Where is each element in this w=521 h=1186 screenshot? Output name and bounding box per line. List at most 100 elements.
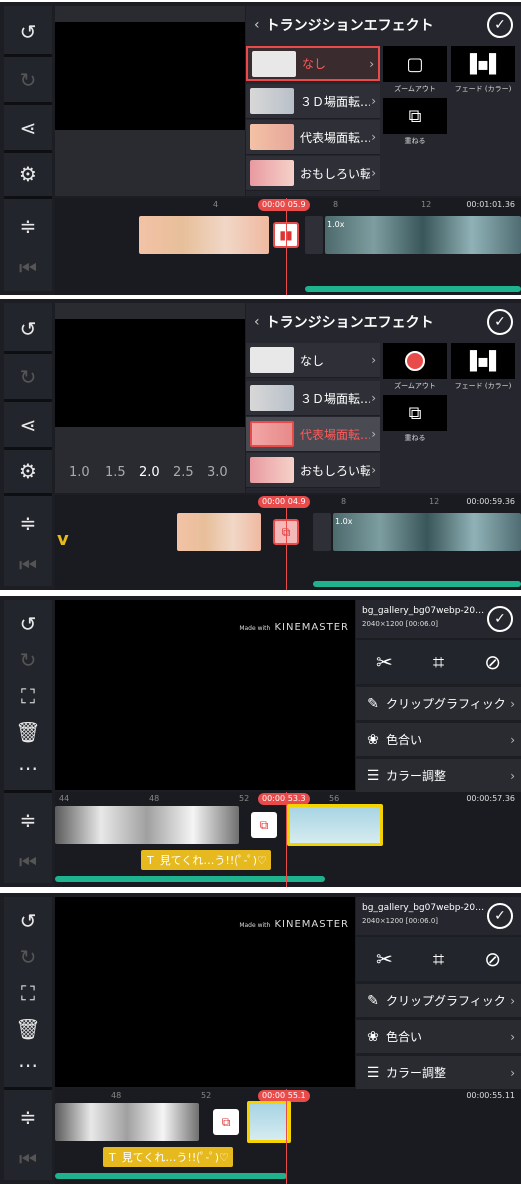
chevron-right-icon: › — [371, 391, 376, 405]
selected-video-clip[interactable] — [247, 1101, 291, 1143]
speed-option[interactable]: 2.0 — [139, 465, 160, 480]
item-label: 代表場面転… — [300, 130, 370, 145]
skip-to-start-icon[interactable]: ⏮ — [4, 840, 52, 884]
undo-icon[interactable]: ↺ — [4, 307, 52, 351]
timeline[interactable]: 48 52 00:00:55.1 00:00:55.11 ⧉ T 見てくれ…う!!… — [55, 1089, 521, 1184]
menu-color-adjust[interactable]: ☰ カラー調整 › — [356, 1055, 521, 1089]
preview-frame — [55, 22, 245, 130]
timeline[interactable]: 4 8 12 00:00:04.9 00:00:59.36 v ⧉ 1.0x — [55, 495, 521, 590]
playhead — [286, 792, 287, 887]
redo-icon[interactable]: ↻ — [4, 355, 52, 399]
editor-screen-3: ↺ ↻ ⛶ 🗑 ⋯ ≑ ⏮ Made with KINEMASTER bg_ga… — [0, 596, 521, 887]
transition-item-3d[interactable]: ３Ｄ場面転… › — [246, 381, 380, 416]
speed-option[interactable]: 1.5 — [105, 465, 126, 480]
share-icon[interactable]: ⋖ — [4, 106, 52, 150]
overlap-icon: ⧉ — [383, 395, 447, 431]
undo-icon[interactable]: ↺ — [4, 10, 52, 54]
text-clip[interactable]: T 見てくれ…う!!(ﾟ-ﾟ)♡ — [141, 850, 271, 870]
more-icon[interactable]: ⋯ — [4, 1043, 52, 1087]
effect-zoom-out[interactable]: ▢ ズームアウト — [383, 46, 447, 94]
transition-item-none[interactable]: なし › — [246, 46, 380, 81]
timeline-expand-icon[interactable]: ≑ — [4, 1095, 52, 1139]
video-clip[interactable] — [177, 513, 261, 551]
gear-icon[interactable]: ⚙ — [4, 449, 52, 493]
timeline-expand-icon[interactable]: ≑ — [4, 798, 52, 842]
menu-color-tone[interactable]: ❀ 色合い › — [356, 722, 521, 756]
thumbnail — [250, 421, 294, 447]
text-clip[interactable]: T 見てくれ…う!!(ﾟ-ﾟ)♡ — [103, 1147, 233, 1167]
crop-icon[interactable]: ⌗ — [433, 947, 444, 971]
back-icon[interactable]: ‹ — [254, 314, 260, 330]
effect-overlap[interactable]: ⧉ 重ねる — [383, 395, 447, 443]
item-label: おもしろい転 — [300, 463, 370, 478]
menu-clip-graphics[interactable]: ✎ クリップグラフィック › — [356, 983, 521, 1017]
transition-item-none[interactable]: なし › — [246, 343, 380, 378]
transition-item-featured[interactable]: 代表場面転… › — [246, 417, 380, 452]
color-circles-icon: ❀ — [367, 1028, 379, 1045]
skip-to-start-icon[interactable]: ⏮ — [4, 1137, 52, 1181]
confirm-button[interactable]: ✓ — [487, 12, 513, 38]
gear-icon[interactable]: ⚙ — [4, 152, 52, 196]
back-icon[interactable]: ‹ — [254, 17, 260, 33]
rotate-icon[interactable]: ⊘ — [484, 650, 501, 674]
clip-dimensions: 2040×1200 [00:06.0] — [362, 917, 439, 925]
crop-icon[interactable]: ⌗ — [433, 650, 444, 674]
transition-item-featured[interactable]: 代表場面転… › — [246, 120, 380, 155]
chevron-right-icon: › — [371, 94, 376, 108]
confirm-button[interactable]: ✓ — [487, 606, 513, 632]
selected-video-clip[interactable] — [287, 804, 383, 846]
speed-selector[interactable]: 1.0 1.5 2.0 2.5 3.0 — [55, 453, 245, 493]
scissors-icon[interactable]: ✂ — [376, 650, 393, 674]
clip-badge — [313, 513, 331, 551]
share-icon[interactable]: ⋖ — [4, 403, 52, 447]
speed-option[interactable]: 2.5 — [173, 465, 194, 480]
effect-overlap[interactable]: ⧉ 重ねる — [383, 98, 447, 146]
more-icon[interactable]: ⋯ — [4, 746, 52, 790]
video-clip[interactable] — [333, 513, 521, 551]
clip-filename: bg_gallery_bg07webp-20… — [362, 606, 485, 616]
timeline[interactable]: 44 48 52 56 00:00:53.3 00:00:57.36 ⧉ T 見て… — [55, 792, 521, 887]
speed-option[interactable]: 1.0 — [69, 465, 90, 480]
timeline-expand-icon[interactable]: ≑ — [4, 501, 52, 545]
rotate-icon[interactable]: ⊘ — [484, 947, 501, 971]
transition-item-fun[interactable]: おもしろい転 › — [246, 156, 380, 191]
skip-to-start-icon[interactable]: ⏮ — [4, 246, 52, 290]
audio-track[interactable] — [305, 286, 521, 292]
panel-title: トランジションエフェクト — [265, 18, 434, 34]
effect-fade-color[interactable]: ▐▪▌ フェード (カラー) — [451, 343, 515, 391]
timeline-expand-icon[interactable]: ≑ — [4, 204, 52, 248]
effect-zoom-out[interactable]: ズームアウト — [383, 343, 447, 391]
skip-to-start-icon[interactable]: ⏮ — [4, 543, 52, 587]
speed-option[interactable]: 3.0 — [207, 465, 228, 480]
video-clip[interactable] — [139, 216, 269, 254]
audio-track[interactable] — [55, 1173, 287, 1179]
video-preview — [55, 6, 245, 196]
chevron-right-icon: › — [371, 130, 376, 144]
transition-node[interactable]: ⧉ — [213, 1109, 239, 1135]
effect-label: フェード (カラー) — [454, 85, 512, 93]
scissors-icon[interactable]: ✂ — [376, 947, 393, 971]
redo-icon[interactable]: ↻ — [4, 58, 52, 102]
video-clip[interactable] — [325, 216, 521, 254]
transition-node[interactable]: ⧉ — [251, 812, 277, 838]
effect-fade-color[interactable]: ▐▪▌ フェード (カラー) — [451, 46, 515, 94]
timeline[interactable]: 4 8 12 00:00:05.9 00:01:01.36 ▮▮ 1.0x — [55, 198, 521, 295]
panel-title: トランジションエフェクト — [265, 315, 434, 331]
menu-color-tone[interactable]: ❀ 色合い › — [356, 1019, 521, 1053]
transition-panel: ‹ トランジションエフェクト ✓ なし › ３Ｄ場面転… › 代表場面転… › おもしろ… — [246, 6, 521, 196]
audio-track[interactable] — [55, 876, 325, 882]
audio-track[interactable] — [313, 581, 521, 587]
confirm-button[interactable]: ✓ — [487, 309, 513, 335]
effect-label: フェード (カラー) — [454, 382, 512, 390]
chevron-right-icon: › — [371, 463, 376, 477]
video-clip[interactable] — [55, 806, 239, 844]
menu-color-adjust[interactable]: ☰ カラー調整 › — [356, 758, 521, 792]
menu-clip-graphics[interactable]: ✎ クリップグラフィック › — [356, 686, 521, 720]
clip-dimensions: 2040×1200 [00:06.0] — [362, 620, 439, 628]
menu-label: クリップグラフィック — [386, 697, 506, 711]
transition-item-fun[interactable]: おもしろい転 › — [246, 453, 380, 488]
transition-item-3d[interactable]: ３Ｄ場面転… › — [246, 84, 380, 119]
video-clip[interactable] — [55, 1103, 199, 1141]
clip-graphics-icon: ✎ — [367, 992, 379, 1009]
confirm-button[interactable]: ✓ — [487, 903, 513, 929]
